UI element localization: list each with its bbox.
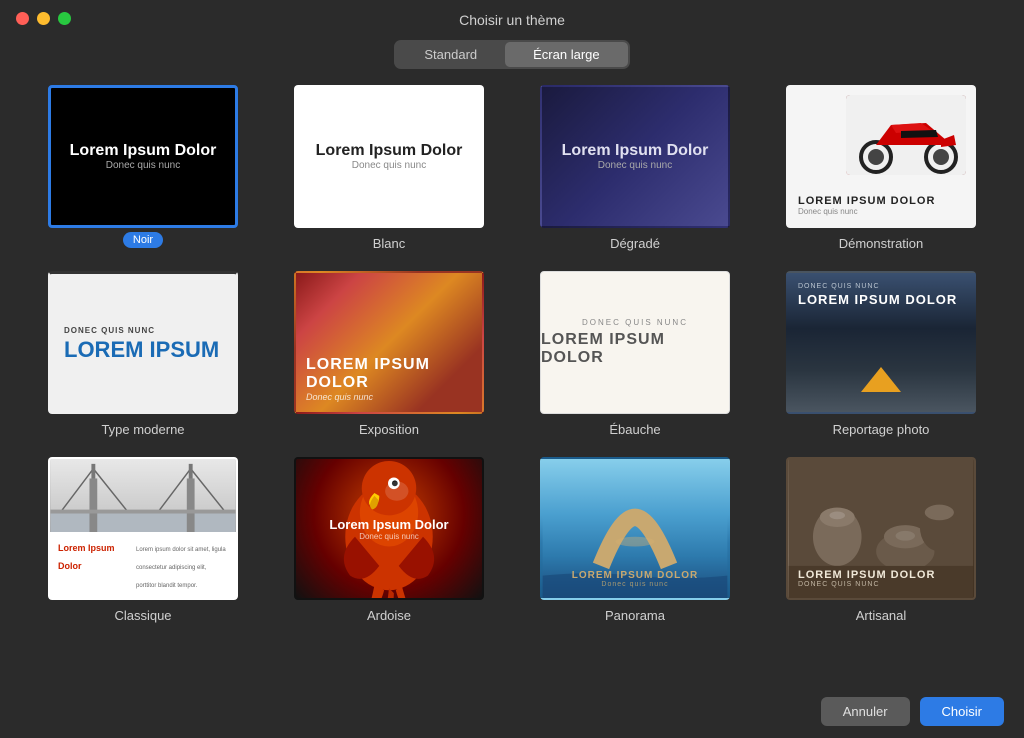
thumb-panorama-title: LOREM IPSUM DOLOR	[572, 570, 698, 581]
classique-title: Lorem Ipsum Dolor	[58, 543, 115, 571]
thumbnail-exposition: LOREM IPSUM DOLOR Donec quis nunc	[294, 271, 484, 414]
theme-demonstration[interactable]: LOREM IPSUM DOLOR Donec quis nunc Démons…	[770, 85, 992, 251]
thumbnail-ebauche: DONEC QUIS NUNC LOREM IPSUM DOLOR	[540, 271, 730, 414]
close-button[interactable]	[16, 12, 29, 25]
footer: Annuler Choisir	[0, 685, 1024, 738]
moto-image	[846, 95, 966, 175]
tab-ecran-large[interactable]: Écran large	[505, 42, 627, 67]
label-artisanal: Artisanal	[856, 608, 907, 623]
thumbnail-reportage: DONEC QUIS NUNC LOREM IPSUM DOLOR	[786, 271, 976, 414]
thumb-type-moderne-pretitle: DONEC QUIS NUNC	[64, 326, 155, 335]
thumb-ardoise-sub: Donec quis nunc	[359, 532, 419, 541]
label-ardoise: Ardoise	[367, 608, 411, 623]
label-reportage: Reportage photo	[833, 422, 930, 437]
label-ebauche: Ébauche	[609, 422, 660, 437]
thumb-demo-title: LOREM IPSUM DOLOR	[798, 195, 935, 207]
classique-body: Lorem ipsum dolor sit amet, ligula conse…	[136, 547, 226, 589]
minimize-button[interactable]	[37, 12, 50, 25]
label-panorama: Panorama	[605, 608, 665, 623]
thumb-artisanal-title: LOREM IPSUM DOLOR	[798, 569, 935, 581]
theme-noir[interactable]: Lorem Ipsum Dolor Donec quis nunc Noir	[32, 85, 254, 251]
classique-left: Lorem Ipsum Dolor	[58, 538, 128, 592]
thumb-artisanal-sub: DONEC QUIS NUNC	[798, 581, 880, 588]
thumbnail-ardoise: Lorem Ipsum Dolor Donec quis nunc	[294, 457, 484, 600]
label-blanc: Blanc	[373, 236, 406, 251]
thumb-reportage-pretitle: DONEC QUIS NUNC	[798, 283, 880, 290]
window-title: Choisir un thème	[459, 12, 565, 28]
cancel-button[interactable]: Annuler	[821, 697, 910, 726]
theme-ebauche[interactable]: DONEC QUIS NUNC LOREM IPSUM DOLOR Ébauch…	[524, 271, 746, 437]
thumbnail-demonstration: LOREM IPSUM DOLOR Donec quis nunc	[786, 85, 976, 228]
tab-bar: Standard Écran large	[0, 40, 1024, 69]
thumb-demo-sub: Donec quis nunc	[798, 207, 858, 216]
theme-ardoise[interactable]: Lorem Ipsum Dolor Donec quis nunc Ardois…	[278, 457, 500, 623]
thumb-type-moderne-title: LOREM IPSUM	[64, 339, 219, 361]
thumbnail-panorama: LOREM IPSUM DOLOR Donec quis nunc	[540, 457, 730, 600]
thumbnail-classique: Lorem Ipsum Dolor Lorem ipsum dolor sit …	[48, 457, 238, 600]
thumb-reportage-title: LOREM IPSUM DOLOR	[798, 292, 957, 307]
theme-panorama[interactable]: LOREM IPSUM DOLOR Donec quis nunc Panora…	[524, 457, 746, 623]
theme-artisanal[interactable]: LOREM IPSUM DOLOR DONEC QUIS NUNC Artisa…	[770, 457, 992, 623]
label-exposition: Exposition	[359, 422, 419, 437]
classique-content: Lorem Ipsum Dolor Lorem ipsum dolor sit …	[50, 532, 236, 598]
label-degrade: Dégradé	[610, 236, 660, 251]
thumb-blanc-sub: Donec quis nunc	[352, 160, 427, 171]
thumbnail-artisanal: LOREM IPSUM DOLOR DONEC QUIS NUNC	[786, 457, 976, 600]
window-controls	[16, 12, 71, 25]
maximize-button[interactable]	[58, 12, 71, 25]
thumbnail-type-moderne: DONEC QUIS NUNC LOREM IPSUM	[48, 271, 238, 414]
thumb-noir-title: Lorem Ipsum Dolor	[70, 142, 217, 160]
thumb-blanc-title: Lorem Ipsum Dolor	[316, 142, 463, 160]
tab-standard[interactable]: Standard	[396, 42, 505, 67]
label-classique: Classique	[114, 608, 171, 623]
theme-exposition[interactable]: LOREM IPSUM DOLOR Donec quis nunc Exposi…	[278, 271, 500, 437]
thumb-exposition-title: LOREM IPSUM DOLOR	[306, 356, 472, 392]
thumb-degrade-title: Lorem Ipsum Dolor	[562, 142, 709, 160]
label-type-moderne: Type moderne	[101, 422, 184, 437]
theme-reportage-photo[interactable]: DONEC QUIS NUNC LOREM IPSUM DOLOR Report…	[770, 271, 992, 437]
badge-noir: Noir	[123, 232, 163, 248]
theme-classique[interactable]: Lorem Ipsum Dolor Lorem ipsum dolor sit …	[32, 457, 254, 623]
thumb-ardoise-title: Lorem Ipsum Dolor	[329, 517, 448, 532]
thumbnail-noir: Lorem Ipsum Dolor Donec quis nunc	[48, 85, 238, 228]
thumb-exposition-sub: Donec quis nunc	[306, 392, 373, 402]
thumb-ebauche-title: LOREM IPSUM DOLOR	[541, 331, 729, 367]
thumb-panorama-sub: Donec quis nunc	[601, 581, 668, 588]
classique-right: Lorem ipsum dolor sit amet, ligula conse…	[136, 538, 228, 592]
thumbnail-blanc: Lorem Ipsum Dolor Donec quis nunc	[294, 85, 484, 228]
theme-blanc[interactable]: Lorem Ipsum Dolor Donec quis nunc Blanc	[278, 85, 500, 251]
titlebar: Choisir un thème	[0, 0, 1024, 36]
theme-degrade[interactable]: Lorem Ipsum Dolor Donec quis nunc Dégrad…	[524, 85, 746, 251]
themes-grid: Lorem Ipsum Dolor Donec quis nunc Noir L…	[0, 85, 1024, 623]
label-demonstration: Démonstration	[839, 236, 924, 251]
theme-type-moderne[interactable]: DONEC QUIS NUNC LOREM IPSUM Type moderne	[32, 271, 254, 437]
classique-photo	[50, 459, 236, 532]
tab-group: Standard Écran large	[394, 40, 629, 69]
thumbnail-degrade: Lorem Ipsum Dolor Donec quis nunc	[540, 85, 730, 228]
thumb-noir-sub: Donec quis nunc	[106, 160, 181, 171]
thumb-ebauche-pretitle: DONEC QUIS NUNC	[582, 318, 688, 327]
choose-button[interactable]: Choisir	[920, 697, 1004, 726]
tent-shape	[861, 367, 901, 392]
thumb-degrade-sub: Donec quis nunc	[598, 160, 673, 171]
